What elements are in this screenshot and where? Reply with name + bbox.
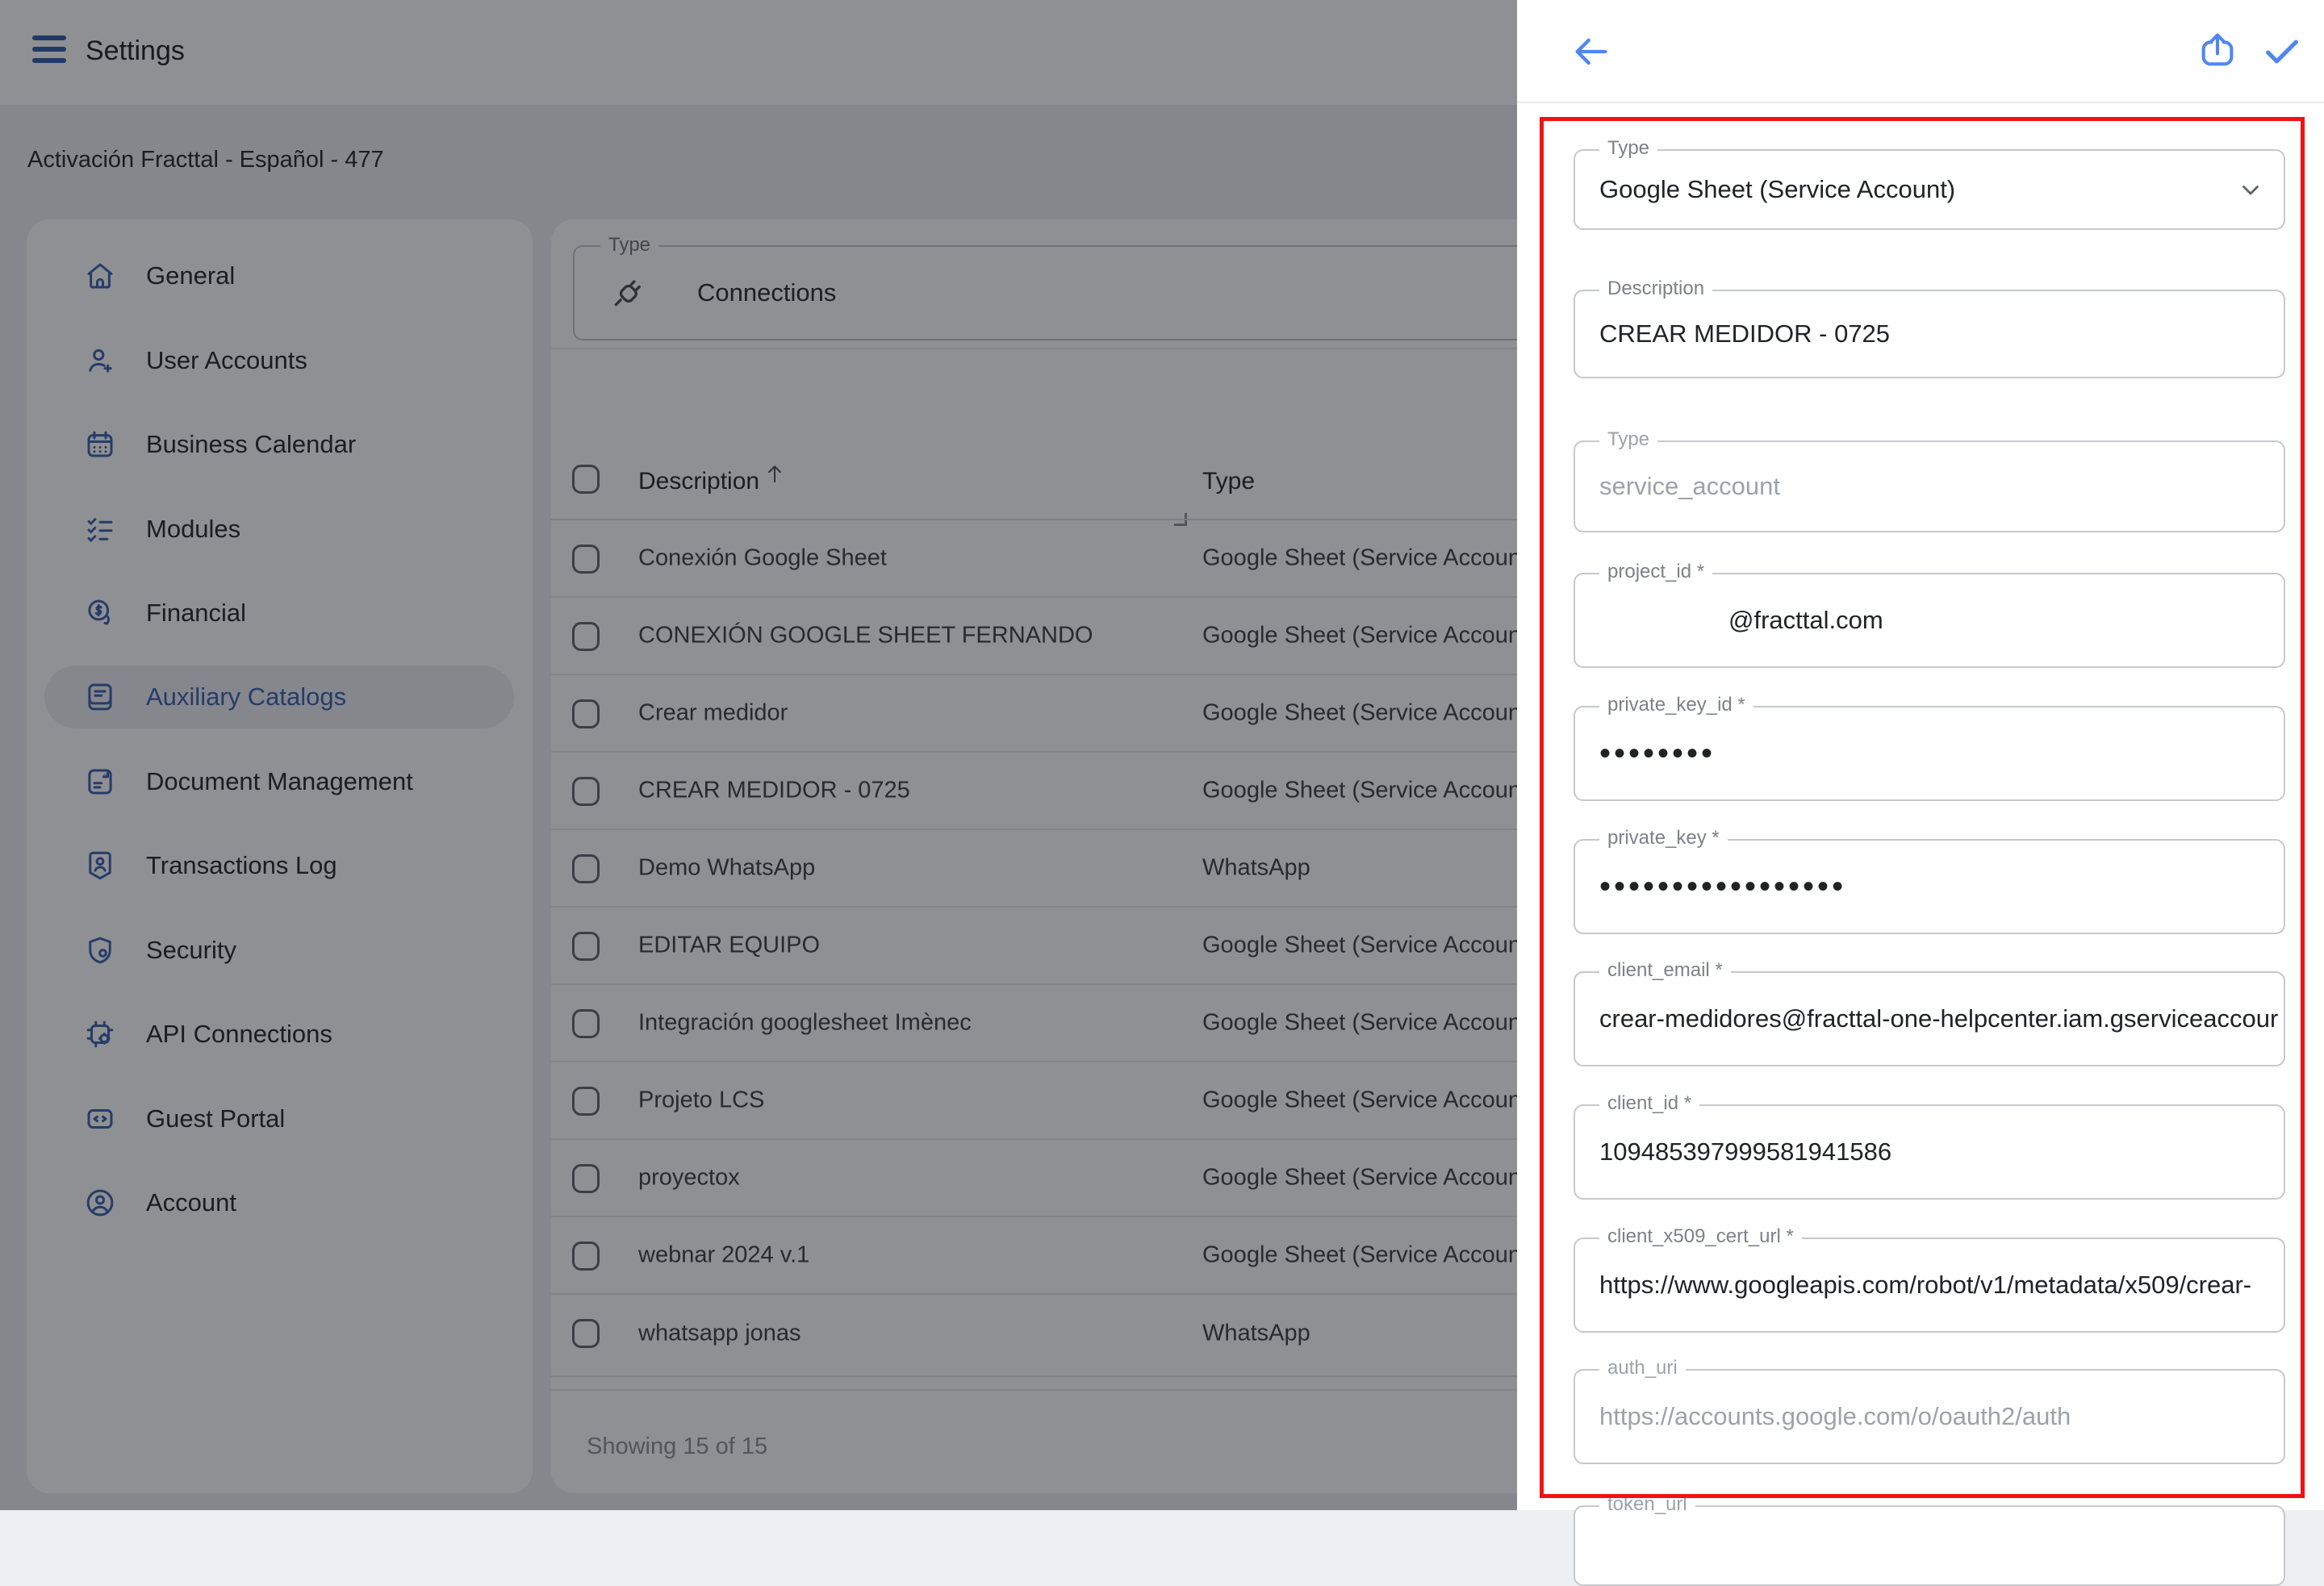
field-label: private_key_id * <box>1599 694 1753 716</box>
field-label: client_x509_cert_url * <box>1599 1225 1802 1248</box>
field-label: token_url <box>1599 1493 1695 1516</box>
field-value: https://www.googleapis.com/robot/v1/meta… <box>1575 1239 2284 1331</box>
project-id-field[interactable]: project_id * @fracttal.com <box>1574 573 2285 668</box>
connection-detail-panel: Type Google Sheet (Service Account) Desc… <box>1517 0 2324 1510</box>
private-key-field[interactable]: private_key * ••••••••••••••••• <box>1574 839 2285 934</box>
type-select-field[interactable]: Type Google Sheet (Service Account) <box>1574 149 2285 230</box>
field-label: private_key * <box>1599 827 1728 849</box>
field-label: Type <box>1599 428 1657 451</box>
client-email-field[interactable]: client_email * crear-medidores@fracttal-… <box>1574 971 2285 1066</box>
modal-scrim[interactable] <box>0 0 1517 1510</box>
field-value: @fracttal.com <box>1575 574 2284 666</box>
field-value: crear-medidores@fracttal-one-helpcenter.… <box>1575 973 2284 1065</box>
field-label: auth_uri <box>1599 1357 1686 1379</box>
panel-header <box>1517 0 2324 102</box>
chevron-down-icon <box>2237 176 2264 203</box>
field-value: ••••••••••••••••• <box>1575 841 2284 933</box>
field-value: •••••••• <box>1575 707 2284 799</box>
field-label: project_id * <box>1599 561 1712 583</box>
field-value: https://accounts.google.com/o/oauth2/aut… <box>1575 1371 2284 1463</box>
divider <box>1517 102 2324 103</box>
description-field[interactable]: Description CREAR MEDIDOR - 0725 <box>1574 290 2285 378</box>
confirm-check-icon[interactable] <box>2261 31 2303 73</box>
share-icon[interactable] <box>2197 29 2238 71</box>
client-id-field[interactable]: client_id * 109485397999581941586 <box>1574 1104 2285 1200</box>
private-key-id-field[interactable]: private_key_id * •••••••• <box>1574 706 2285 801</box>
back-arrow-icon[interactable] <box>1570 31 1612 73</box>
field-label: Type <box>1599 137 1657 160</box>
field-value: 109485397999581941586 <box>1575 1106 2284 1198</box>
field-label: client_email * <box>1599 959 1731 982</box>
token-url-field: token_url <box>1574 1505 2285 1586</box>
auth-uri-field: auth_uri https://accounts.google.com/o/o… <box>1574 1369 2285 1464</box>
field-value: service_account <box>1575 442 2284 531</box>
field-label: Description <box>1599 278 1712 300</box>
field-value: Google Sheet (Service Account) <box>1575 151 2284 228</box>
field-value <box>1575 1507 2284 1584</box>
field-value: CREAR MEDIDOR - 0725 <box>1575 291 2284 377</box>
service-account-type-field: Type service_account <box>1574 440 2285 532</box>
client-x509-cert-url-field[interactable]: client_x509_cert_url * https://www.googl… <box>1574 1237 2285 1333</box>
field-label: client_id * <box>1599 1092 1699 1115</box>
